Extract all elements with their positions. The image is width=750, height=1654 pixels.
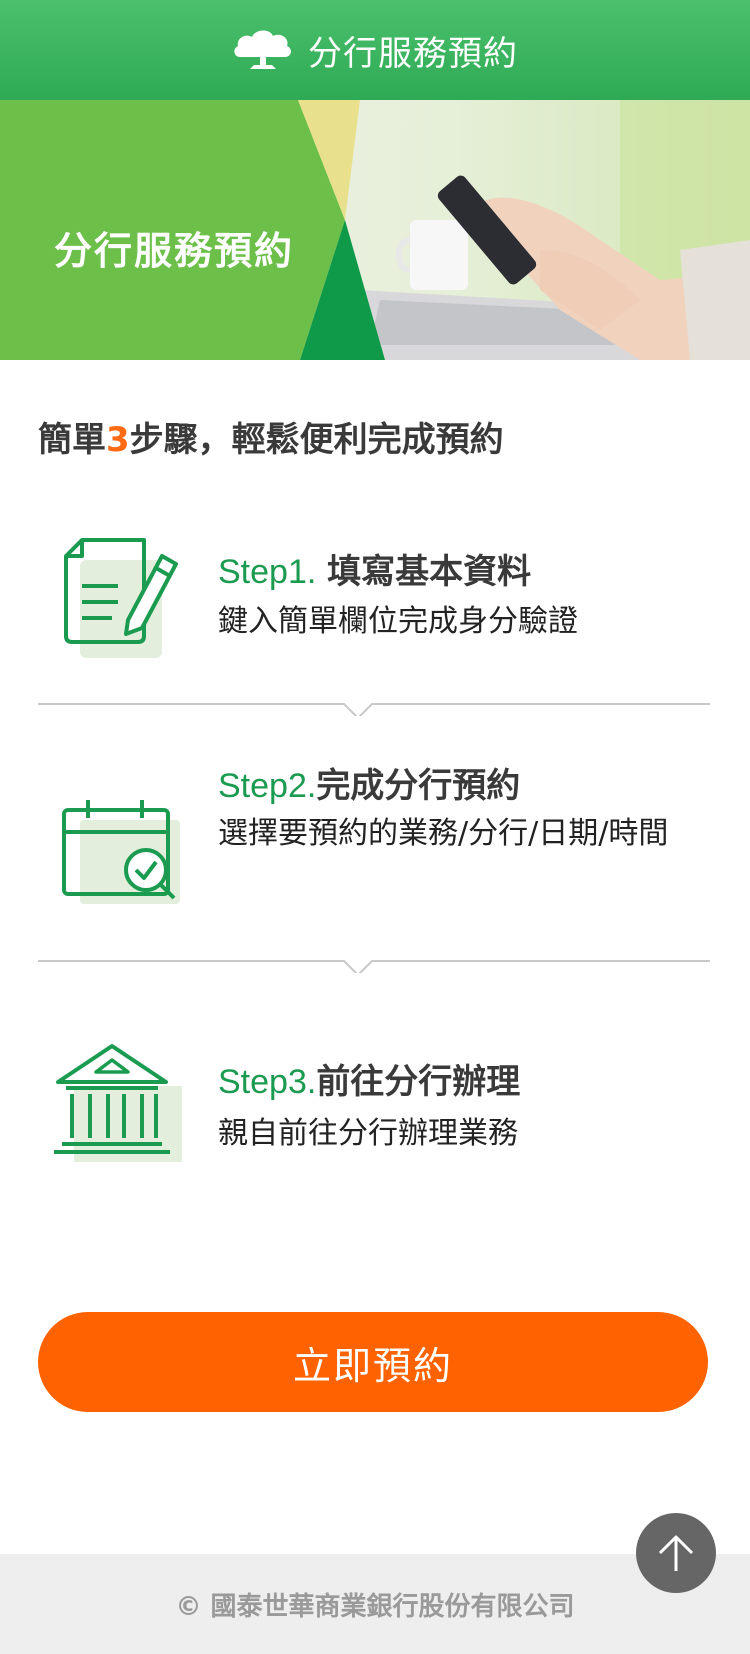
top-bar: 分行服務預約: [0, 0, 750, 100]
intro-heading: 簡單3步驟，輕鬆便利完成預約: [38, 412, 504, 461]
intro-prefix: 簡單: [38, 420, 106, 460]
step-3-heading: Step3.前往分行辦理: [218, 1054, 520, 1103]
intro-suffix: 步驟，輕鬆便利完成預約: [129, 420, 504, 460]
step-2-description: 選擇要預約的業務/分行/日期/時間: [218, 816, 669, 851]
step-3-number: Step3.: [218, 1063, 317, 1101]
step-1-number: Step1.: [218, 553, 317, 591]
step-1-title: 填寫基本資料: [327, 552, 532, 592]
footer: © 國泰世華商業銀行股份有限公司: [0, 1554, 750, 1654]
back-to-top-button[interactable]: [636, 1513, 716, 1593]
intro-step-count: 3: [106, 420, 130, 460]
step-1-description: 鍵入簡單欄位完成身分驗證: [218, 604, 578, 639]
step-divider: [38, 703, 710, 716]
book-now-button[interactable]: 立即預約: [38, 1312, 708, 1412]
step-2-number: Step2.: [218, 767, 317, 805]
step-2-heading: Step2.完成分行預約: [218, 758, 520, 807]
hero-banner: 分行服務預約: [0, 100, 750, 360]
copyright-text: © 國泰世華商業銀行股份有限公司: [175, 1591, 575, 1622]
step-3-description: 親自前往分行辦理業務: [218, 1116, 518, 1151]
arrow-up-icon: [658, 1535, 694, 1571]
calendar-search-icon: [62, 800, 180, 904]
banner-title: 分行服務預約: [54, 229, 295, 273]
tree-logo-icon: [234, 30, 291, 69]
document-edit-icon: [64, 538, 178, 658]
bank-building-icon: [54, 1044, 182, 1162]
step-2-title: 完成分行預約: [316, 766, 521, 806]
step-1-heading: Step1. 填寫基本資料: [218, 544, 531, 593]
step-divider: [38, 960, 710, 973]
step-3-title: 前往分行辦理: [316, 1062, 521, 1102]
page-title: 分行服務預約: [308, 33, 518, 74]
